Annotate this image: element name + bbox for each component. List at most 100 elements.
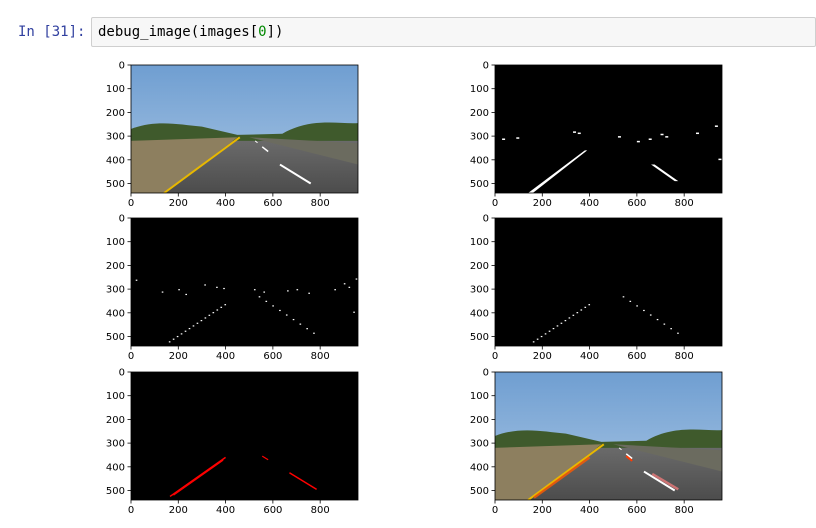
edge-pixel <box>204 317 207 319</box>
code-closing: ]) <box>266 24 284 40</box>
y-tick-label: 200 <box>470 415 489 426</box>
x-tick-label: 200 <box>533 505 552 516</box>
edge-pixel <box>580 309 583 311</box>
edge-pixel <box>287 290 289 292</box>
y-tick-label: 500 <box>106 179 125 190</box>
y-tick-label: 0 <box>483 61 489 72</box>
hough-lines-image: 0 200 400 600 800 0 100 200 300 400 500 <box>106 368 359 516</box>
code-text[interactable]: debug_image(images[0]) <box>98 24 283 40</box>
edge-pixel <box>224 304 227 306</box>
code-input-cell[interactable]: debug_image(images[0]) <box>91 17 816 47</box>
edge-pixel <box>556 325 559 327</box>
y-tick-label: 500 <box>106 486 125 497</box>
edge-pixel <box>670 328 672 330</box>
y-tick-label: 300 <box>106 132 125 143</box>
edge-pixel <box>532 341 535 343</box>
x-tick-label: 800 <box>675 198 694 209</box>
y-tick-label: 100 <box>106 84 125 95</box>
edge-pixel <box>188 327 191 330</box>
edge-pixel <box>285 314 288 316</box>
x-tick-label: 0 <box>128 198 134 209</box>
noise-speck <box>516 137 520 139</box>
y-tick-label: 100 <box>470 391 489 402</box>
noise-speck <box>617 136 621 138</box>
x-tick-label: 400 <box>580 505 599 516</box>
y-tick-label: 500 <box>106 332 125 343</box>
edge-pixel <box>161 291 164 293</box>
edge-pixel <box>204 284 206 286</box>
y-tick-label: 100 <box>106 391 125 402</box>
y-tick-label: 300 <box>106 439 125 450</box>
y-tick-label: 0 <box>119 214 125 225</box>
x-tick-label: 200 <box>169 351 188 362</box>
edge-pixel <box>564 320 567 322</box>
edge-pixel <box>272 305 274 307</box>
y-tick-label: 500 <box>470 179 489 190</box>
y-tick-label: 100 <box>470 237 489 248</box>
edge-pixel <box>216 286 218 288</box>
edge-pixel <box>306 328 308 330</box>
edge-pixel <box>296 289 299 291</box>
x-tick-label: 800 <box>675 505 694 516</box>
edge-pixel <box>299 323 302 325</box>
edge-pixel <box>172 338 175 340</box>
x-tick-label: 200 <box>533 198 552 209</box>
edge-pixel <box>178 289 180 291</box>
edge-pixel <box>176 335 179 338</box>
edge-pixel <box>308 292 310 294</box>
x-tick-label: 400 <box>216 351 235 362</box>
y-tick-label: 500 <box>470 332 489 343</box>
cell-prompt: In [31]: <box>18 24 86 40</box>
y-tick-label: 400 <box>470 462 489 473</box>
edge-pixel <box>629 300 632 302</box>
y-tick-label: 0 <box>483 214 489 225</box>
edge-pixel <box>355 278 358 280</box>
edge-pixel <box>216 309 219 311</box>
edge-pixel <box>348 286 351 288</box>
edge-pixel <box>334 289 336 291</box>
noise-speck <box>665 136 669 138</box>
region-masked-edges-image: 0 200 400 600 800 0 100 200 300 400 500 <box>470 214 723 362</box>
x-tick-label: 600 <box>627 505 646 516</box>
y-tick-label: 400 <box>106 308 125 319</box>
edge-pixel <box>208 314 211 316</box>
edge-pixel <box>192 325 195 327</box>
noise-speck <box>502 138 506 140</box>
output-area: 0 200 400 600 800 0 100 200 300 400 500 0 200 400 600 8… <box>96 56 816 524</box>
edge-pixel <box>622 296 625 298</box>
figure-output: 0 200 400 600 80001002003004005000 200 400 600 8… <box>106 61 723 516</box>
edge-pixel <box>588 304 591 306</box>
x-tick-label: 400 <box>216 198 235 209</box>
edge-pixel <box>265 300 268 302</box>
x-tick-label: 800 <box>311 198 330 209</box>
edge-pixel <box>540 335 543 338</box>
y-tick-label: 100 <box>470 84 489 95</box>
y-tick-label: 200 <box>106 415 125 426</box>
x-tick-label: 400 <box>580 351 599 362</box>
x-tick-label: 0 <box>128 351 134 362</box>
x-tick-label: 600 <box>263 505 282 516</box>
edge-pixel <box>663 323 666 325</box>
noise-speck <box>573 131 577 133</box>
edge-pixel <box>560 322 563 324</box>
x-tick-label: 200 <box>169 505 188 516</box>
edge-pixel <box>279 309 281 312</box>
edge-pixel <box>184 330 187 332</box>
y-tick-label: 300 <box>470 132 489 143</box>
edge-pixel <box>313 332 315 334</box>
noise-speck <box>660 133 664 136</box>
x-tick-label: 400 <box>216 505 235 516</box>
x-tick-label: 800 <box>311 505 330 516</box>
edge-pixel <box>643 309 645 312</box>
x-tick-label: 200 <box>169 198 188 209</box>
edge-pixel <box>536 338 539 340</box>
edge-pixel <box>544 333 547 335</box>
original-road-image: 0 200 400 600 800 0 100 200 300 400 500 <box>106 61 359 209</box>
edge-pixel <box>180 333 183 335</box>
edge-pixel <box>576 312 579 314</box>
y-tick-label: 300 <box>470 439 489 450</box>
edge-pixel <box>568 317 571 319</box>
edge-pixel <box>548 330 551 332</box>
edge-pixel <box>572 314 575 316</box>
x-tick-label: 800 <box>311 351 330 362</box>
